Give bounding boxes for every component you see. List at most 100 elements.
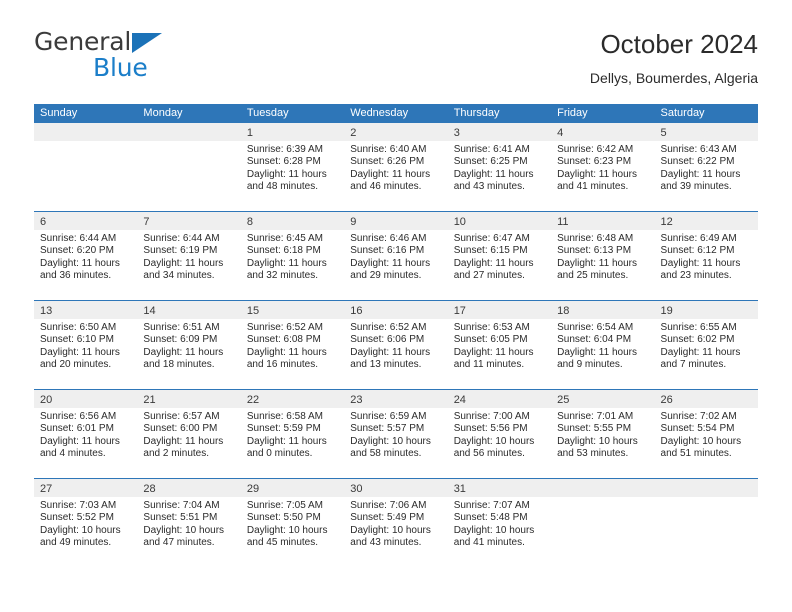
- day-number-band: 20: [34, 390, 138, 408]
- day-details: Sunrise: 6:44 AM Sunset: 6:19 PM Dayligh…: [137, 230, 240, 283]
- day-number-band: 11: [551, 212, 655, 230]
- day-cell[interactable]: 14 Sunrise: 6:51 AM Sunset: 6:09 PM Dayl…: [137, 301, 241, 389]
- daylight-text-line2: and 39 minutes.: [660, 181, 732, 193]
- daylight-text-line1: Daylight: 10 hours: [40, 524, 121, 536]
- day-details: Sunrise: 6:39 AM Sunset: 6:28 PM Dayligh…: [241, 141, 344, 194]
- day-number: 18: [557, 305, 570, 317]
- day-cell[interactable]: 22 Sunrise: 6:58 AM Sunset: 5:59 PM Dayl…: [240, 390, 345, 478]
- day-number-band: 24: [447, 390, 552, 408]
- daylight-text-line2: and 51 minutes.: [660, 448, 732, 460]
- day-number: 9: [350, 216, 357, 228]
- daylight-text-line2: and 53 minutes.: [557, 448, 629, 460]
- day-cell[interactable]: 15 Sunrise: 6:52 AM Sunset: 6:08 PM Dayl…: [240, 301, 345, 389]
- day-cell[interactable]: 8 Sunrise: 6:45 AM Sunset: 6:18 PM Dayli…: [240, 212, 345, 300]
- day-details: Sunrise: 7:05 AM Sunset: 5:50 PM Dayligh…: [241, 497, 344, 550]
- sunset-text: Sunset: 6:16 PM: [350, 245, 425, 257]
- daylight-text-line1: Daylight: 11 hours: [557, 257, 637, 269]
- day-cell[interactable]: 1 Sunrise: 6:39 AM Sunset: 6:28 PM Dayli…: [240, 123, 345, 211]
- day-number: 24: [453, 394, 466, 406]
- day-cell[interactable]: 30 Sunrise: 7:06 AM Sunset: 5:49 PM Dayl…: [344, 479, 448, 567]
- sunset-text: Sunset: 6:05 PM: [453, 334, 528, 346]
- sunset-text: Sunset: 6:12 PM: [660, 245, 735, 257]
- day-cell[interactable]: 24 Sunrise: 7:00 AM Sunset: 5:56 PM Dayl…: [447, 390, 552, 478]
- day-cell[interactable]: 25 Sunrise: 7:01 AM Sunset: 5:55 PM Dayl…: [551, 390, 655, 478]
- day-cell[interactable]: 28 Sunrise: 7:04 AM Sunset: 5:51 PM Dayl…: [137, 479, 241, 567]
- day-cell[interactable]: 17 Sunrise: 6:53 AM Sunset: 6:05 PM Dayl…: [447, 301, 552, 389]
- weekday-header-thursday: Thursday: [453, 107, 500, 119]
- day-number: 4: [557, 127, 564, 139]
- day-number: 25: [557, 394, 570, 406]
- day-cell[interactable]: 16 Sunrise: 6:52 AM Sunset: 6:06 PM Dayl…: [344, 301, 448, 389]
- sunset-text: Sunset: 6:22 PM: [660, 156, 735, 168]
- day-number-band: 4: [551, 123, 655, 141]
- day-cell[interactable]: 29 Sunrise: 7:05 AM Sunset: 5:50 PM Dayl…: [240, 479, 345, 567]
- general-blue-logo[interactable]: General Blue: [34, 28, 234, 86]
- day-cell[interactable]: [137, 123, 241, 211]
- day-cell[interactable]: 3 Sunrise: 6:41 AM Sunset: 6:25 PM Dayli…: [447, 123, 552, 211]
- daylight-text-line1: Daylight: 10 hours: [453, 435, 535, 447]
- day-details: Sunrise: 7:07 AM Sunset: 5:48 PM Dayligh…: [448, 497, 551, 550]
- daylight-text-line1: Daylight: 11 hours: [246, 435, 327, 447]
- day-cell[interactable]: 23 Sunrise: 6:59 AM Sunset: 5:57 PM Dayl…: [344, 390, 448, 478]
- day-details: Sunrise: 7:06 AM Sunset: 5:49 PM Dayligh…: [344, 497, 447, 550]
- day-number: 11: [557, 216, 569, 228]
- day-cell[interactable]: 9 Sunrise: 6:46 AM Sunset: 6:16 PM Dayli…: [344, 212, 448, 300]
- daylight-text-line2: and 20 minutes.: [40, 359, 112, 371]
- daylight-text-line2: and 49 minutes.: [40, 537, 112, 549]
- day-cell[interactable]: 12 Sunrise: 6:49 AM Sunset: 6:12 PM Dayl…: [654, 212, 758, 300]
- daylight-text-line2: and 4 minutes.: [40, 448, 106, 460]
- sunrise-text: Sunrise: 7:04 AM: [143, 500, 220, 511]
- week-row: 20 Sunrise: 6:56 AM Sunset: 6:01 PM Dayl…: [34, 389, 758, 478]
- day-cell[interactable]: 27 Sunrise: 7:03 AM Sunset: 5:52 PM Dayl…: [34, 479, 138, 567]
- daylight-text-line2: and 25 minutes.: [557, 270, 629, 282]
- daylight-text-line2: and 43 minutes.: [453, 181, 525, 193]
- day-cell[interactable]: 20 Sunrise: 6:56 AM Sunset: 6:01 PM Dayl…: [34, 390, 138, 478]
- sunset-text: Sunset: 6:25 PM: [453, 156, 528, 168]
- day-details: Sunrise: 6:41 AM Sunset: 6:25 PM Dayligh…: [448, 141, 551, 194]
- day-number: 23: [350, 394, 363, 406]
- calendar-page: General Blue October 2024 Dellys, Boumer…: [0, 0, 792, 612]
- day-cell[interactable]: 6 Sunrise: 6:44 AM Sunset: 6:20 PM Dayli…: [34, 212, 138, 300]
- day-details: Sunrise: 7:04 AM Sunset: 5:51 PM Dayligh…: [137, 497, 240, 550]
- daylight-text-line2: and 48 minutes.: [246, 181, 319, 193]
- day-cell[interactable]: 7 Sunrise: 6:44 AM Sunset: 6:19 PM Dayli…: [137, 212, 241, 300]
- day-cell[interactable]: 21 Sunrise: 6:57 AM Sunset: 6:00 PM Dayl…: [137, 390, 241, 478]
- page-title: October 2024: [600, 29, 758, 59]
- day-cell[interactable]: [551, 479, 655, 567]
- day-number-band: 8: [240, 212, 345, 230]
- sunrise-text: Sunrise: 6:52 AM: [350, 322, 427, 333]
- day-number-band: 15: [240, 301, 345, 319]
- day-cell[interactable]: 31 Sunrise: 7:07 AM Sunset: 5:48 PM Dayl…: [447, 479, 552, 567]
- week-row: 6 Sunrise: 6:44 AM Sunset: 6:20 PM Dayli…: [34, 211, 758, 300]
- day-cell[interactable]: 13 Sunrise: 6:50 AM Sunset: 6:10 PM Dayl…: [34, 301, 138, 389]
- daylight-text-line2: and 7 minutes.: [660, 359, 727, 371]
- sunset-text: Sunset: 6:06 PM: [350, 334, 425, 346]
- day-cell[interactable]: 4 Sunrise: 6:42 AM Sunset: 6:23 PM Dayli…: [551, 123, 655, 211]
- day-number-band: 5: [654, 123, 758, 141]
- daylight-text-line1: Daylight: 11 hours: [143, 435, 224, 447]
- day-cell[interactable]: 19 Sunrise: 6:55 AM Sunset: 6:02 PM Dayl…: [654, 301, 758, 389]
- sunset-text: Sunset: 6:01 PM: [40, 423, 114, 435]
- weekday-header-monday: Monday: [143, 107, 183, 119]
- day-cell[interactable]: 18 Sunrise: 6:54 AM Sunset: 6:04 PM Dayl…: [551, 301, 655, 389]
- day-cell[interactable]: 26 Sunrise: 7:02 AM Sunset: 5:54 PM Dayl…: [654, 390, 758, 478]
- day-cell[interactable]: 2 Sunrise: 6:40 AM Sunset: 6:26 PM Dayli…: [344, 123, 448, 211]
- day-details: Sunrise: 6:55 AM Sunset: 6:02 PM Dayligh…: [655, 319, 758, 372]
- daylight-text-line1: Daylight: 11 hours: [143, 257, 224, 269]
- day-cell[interactable]: [654, 479, 758, 567]
- weekday-header-saturday: Saturday: [660, 107, 705, 119]
- sunrise-text: Sunrise: 6:42 AM: [557, 144, 634, 155]
- daylight-text-line1: Daylight: 11 hours: [246, 257, 327, 269]
- sunrise-text: Sunrise: 6:56 AM: [40, 411, 117, 422]
- day-cell[interactable]: [34, 123, 138, 211]
- sunrise-text: Sunrise: 7:05 AM: [246, 500, 323, 511]
- day-cell[interactable]: 10 Sunrise: 6:47 AM Sunset: 6:15 PM Dayl…: [447, 212, 552, 300]
- day-number-band: 27: [34, 479, 138, 497]
- day-details: Sunrise: 6:56 AM Sunset: 6:01 PM Dayligh…: [34, 408, 137, 461]
- day-cell[interactable]: 11 Sunrise: 6:48 AM Sunset: 6:13 PM Dayl…: [551, 212, 655, 300]
- day-number: 22: [246, 394, 260, 406]
- sunset-text: Sunset: 5:50 PM: [246, 512, 321, 524]
- daylight-text-line2: and 41 minutes.: [557, 181, 629, 193]
- day-number-band: 23: [344, 390, 448, 408]
- day-cell[interactable]: 5 Sunrise: 6:43 AM Sunset: 6:22 PM Dayli…: [654, 123, 758, 211]
